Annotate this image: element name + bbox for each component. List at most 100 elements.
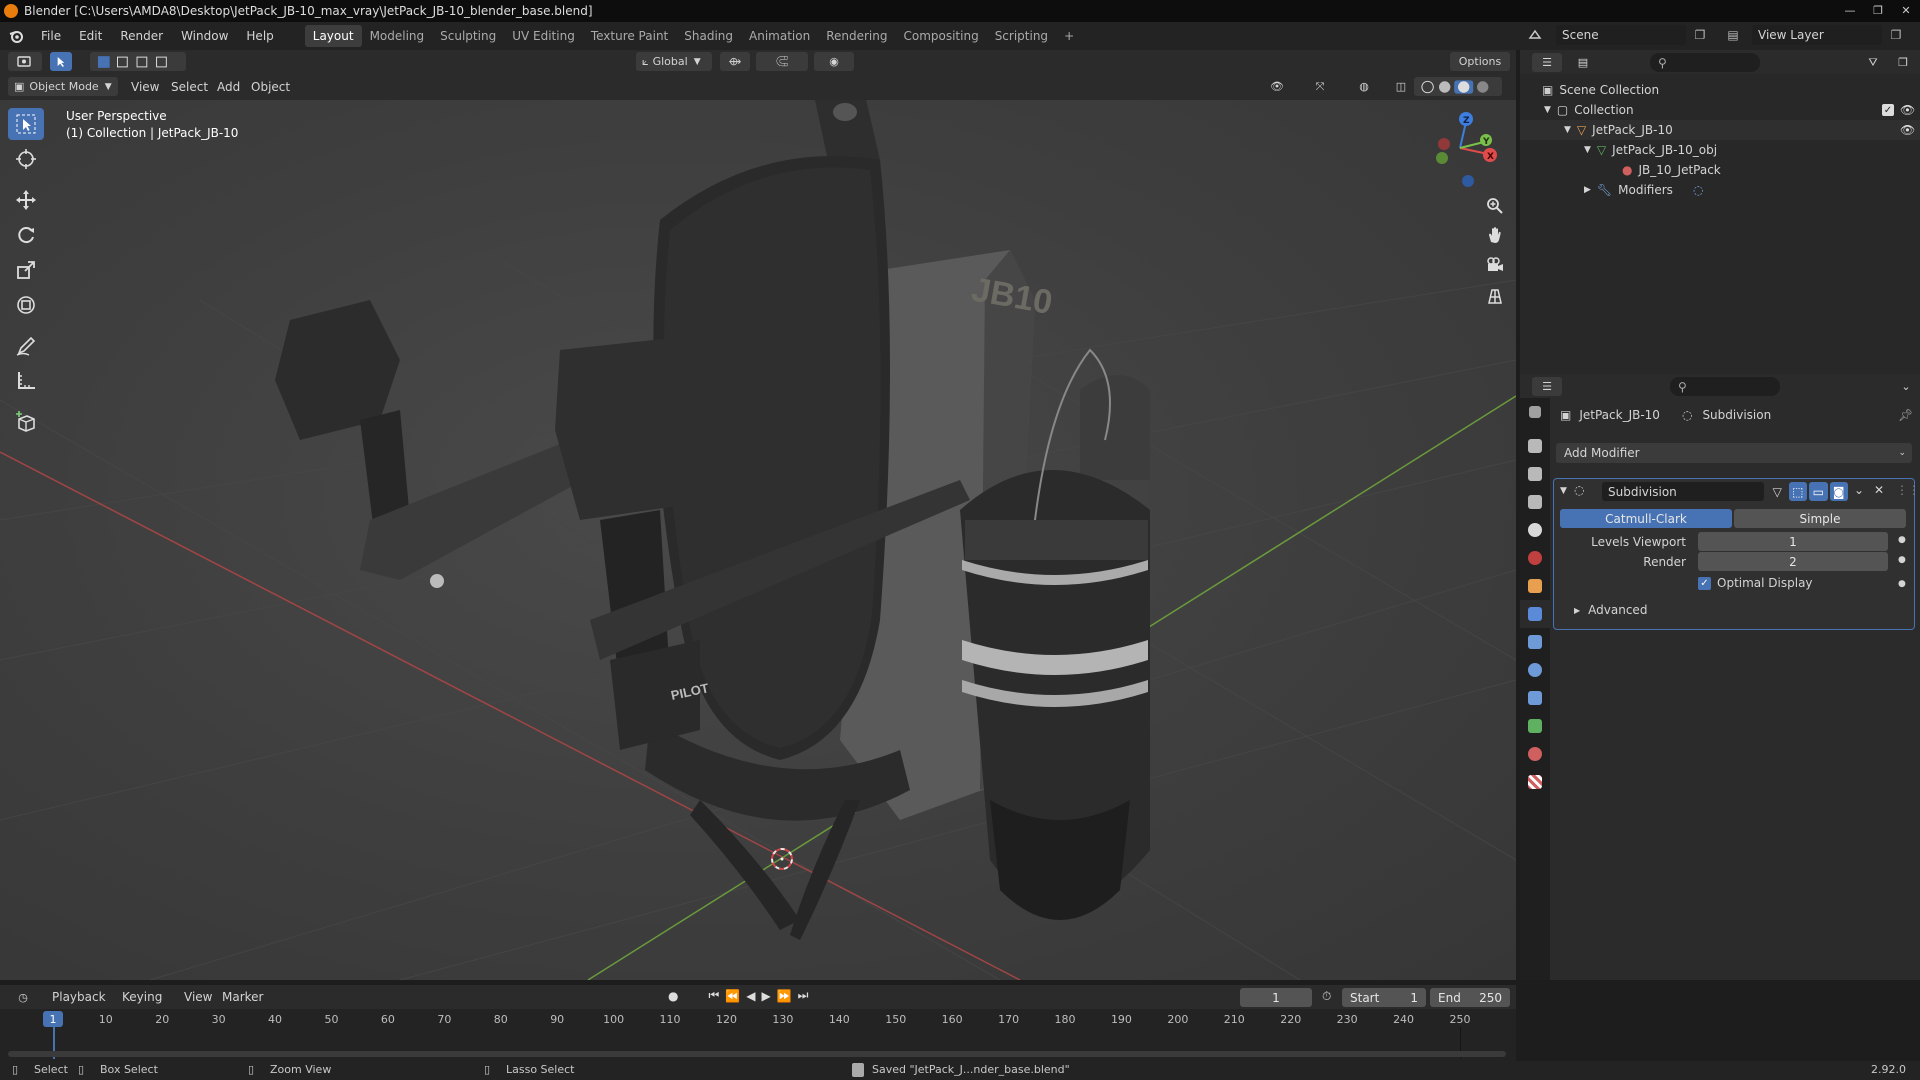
- tab-modeling[interactable]: Modeling: [362, 25, 433, 47]
- outliner-row-collection[interactable]: ▼ ▢ Collection ✓ 👁︎: [1520, 100, 1920, 120]
- options-dropdown[interactable]: Options: [1450, 52, 1510, 71]
- tab-animation[interactable]: Animation: [741, 25, 818, 47]
- physics-tab-icon[interactable]: [1520, 656, 1550, 684]
- xray-toggle-icon[interactable]: ◫: [1390, 77, 1412, 96]
- tool-tab-icon[interactable]: [1520, 398, 1550, 426]
- scene-icon[interactable]: [1524, 25, 1546, 45]
- display-mode-icon[interactable]: ▤: [1568, 53, 1598, 72]
- outliner-row-jetpack-obj[interactable]: ▼ ▽ JetPack_JB-10_obj: [1520, 140, 1920, 160]
- start-frame-field[interactable]: Start 1: [1342, 988, 1426, 1007]
- catmull-clark-button[interactable]: Catmull-Clark: [1560, 509, 1732, 528]
- tab-compositing[interactable]: Compositing: [895, 25, 986, 47]
- keyframe-dot-icon[interactable]: ●: [1898, 555, 1906, 565]
- timeline-area[interactable]: 1102030405060708090100110120130140150160…: [0, 1009, 1516, 1061]
- gizmo-toggle-icon[interactable]: ⤧: [1300, 77, 1340, 96]
- timeline-menu-keying[interactable]: Keying: [122, 990, 162, 1004]
- timeline-editor-type-icon[interactable]: ◷: [8, 988, 38, 1007]
- select-tool-icon[interactable]: [50, 52, 72, 71]
- levels-viewport-field[interactable]: 1: [1698, 532, 1888, 551]
- viewport-menu-select[interactable]: Select: [171, 80, 208, 94]
- chevron-down-icon[interactable]: ⌄: [1854, 483, 1864, 497]
- outliner-row-scene-collection[interactable]: ▣ Scene Collection: [1520, 80, 1920, 100]
- view-layer-icon[interactable]: ▤: [1722, 25, 1744, 45]
- ortho-perspective-icon[interactable]: [1482, 283, 1508, 309]
- modifier-tab-icon[interactable]: [1520, 600, 1550, 628]
- blender-menu-icon[interactable]: [0, 22, 32, 50]
- outliner-row-material[interactable]: ● JB_10_JetPack: [1520, 160, 1920, 180]
- play-icon[interactable]: ▶: [761, 989, 770, 1003]
- scene-selector[interactable]: Scene: [1556, 25, 1686, 45]
- editor-type-icon[interactable]: [8, 52, 42, 71]
- chevron-down-icon[interactable]: ⌄: [1896, 377, 1916, 396]
- navigation-gizmo[interactable]: Z X Y: [1418, 108, 1498, 188]
- tab-uv-editing[interactable]: UV Editing: [504, 25, 583, 47]
- pivot-point-icon[interactable]: ⟴: [720, 52, 750, 71]
- world-tab-icon[interactable]: [1520, 544, 1550, 572]
- measure-tool[interactable]: [8, 365, 44, 397]
- menu-window[interactable]: Window: [172, 22, 237, 50]
- move-tool[interactable]: [8, 184, 44, 216]
- optimal-display-checkbox[interactable]: ✓ Optimal Display: [1698, 576, 1813, 590]
- stopwatch-icon[interactable]: ⏱: [1322, 989, 1331, 1004]
- timeline-menu-playback[interactable]: Playback: [52, 990, 106, 1004]
- render-toggle-icon[interactable]: ◙: [1829, 482, 1848, 501]
- add-workspace-button[interactable]: +: [1056, 25, 1082, 47]
- viewport-menu-add[interactable]: Add: [217, 80, 240, 94]
- cursor-tool[interactable]: [8, 143, 44, 175]
- object-tab-icon[interactable]: [1520, 572, 1550, 600]
- outliner-row-jetpack[interactable]: ▼ ▽ JetPack_JB-10 👁︎: [1520, 120, 1920, 140]
- playhead[interactable]: 1: [43, 1011, 63, 1027]
- outliner-editor-type-icon[interactable]: ☰: [1532, 53, 1562, 72]
- jump-keyframe-forward-icon[interactable]: ⏩: [777, 989, 792, 1003]
- rotate-tool[interactable]: [8, 219, 44, 251]
- constraints-tab-icon[interactable]: [1520, 684, 1550, 712]
- outliner-row-modifiers[interactable]: ▶ 🔧︎ Modifiers ◌: [1520, 180, 1920, 200]
- minimize-icon[interactable]: —: [1836, 0, 1864, 20]
- menu-render[interactable]: Render: [111, 22, 172, 50]
- tab-texture-paint[interactable]: Texture Paint: [583, 25, 676, 47]
- select-box-tool[interactable]: [8, 108, 44, 140]
- jump-end-icon[interactable]: ⏭: [798, 988, 809, 1003]
- render-tab-icon[interactable]: [1520, 432, 1550, 460]
- modifier-name-input[interactable]: Subdivision: [1602, 482, 1764, 501]
- new-scene-icon[interactable]: ❐: [1690, 25, 1710, 45]
- overlays-toggle-icon[interactable]: ◍: [1344, 77, 1384, 96]
- edit-mode-toggle-icon[interactable]: ▽: [1768, 482, 1787, 501]
- pan-hand-icon[interactable]: [1482, 222, 1508, 248]
- tab-scripting[interactable]: Scripting: [987, 25, 1056, 47]
- advanced-subpanel[interactable]: ▶ Advanced: [1574, 603, 1647, 617]
- timeline-scrollbar[interactable]: [8, 1051, 1506, 1057]
- render-levels-field[interactable]: 2: [1698, 552, 1888, 571]
- play-reverse-icon[interactable]: ◀: [746, 989, 755, 1003]
- view-layer-tab-icon[interactable]: [1520, 488, 1550, 516]
- end-frame-field[interactable]: End 250: [1430, 988, 1510, 1007]
- visibility-icon[interactable]: 👁︎: [1262, 77, 1292, 96]
- viewport-menu-object[interactable]: Object: [251, 80, 290, 94]
- timeline-menu-marker[interactable]: Marker: [222, 990, 263, 1004]
- add-modifier-dropdown[interactable]: Add Modifier ⌄: [1556, 443, 1912, 463]
- properties-search-input[interactable]: ⚲: [1670, 377, 1780, 396]
- menu-help[interactable]: Help: [237, 22, 282, 50]
- texture-tab-icon[interactable]: [1520, 768, 1550, 796]
- select-mode-buttons[interactable]: [90, 52, 186, 71]
- outliner-search-input[interactable]: ⚲: [1650, 53, 1760, 72]
- simple-button[interactable]: Simple: [1734, 509, 1906, 528]
- output-tab-icon[interactable]: [1520, 460, 1550, 488]
- filter-icon[interactable]: ⛛: [1858, 53, 1888, 72]
- view-layer-selector[interactable]: View Layer: [1752, 25, 1882, 45]
- viewport-toggle-icon[interactable]: ▭: [1809, 482, 1828, 501]
- tab-shading[interactable]: Shading: [676, 25, 741, 47]
- keyframe-dot-icon[interactable]: ●: [1898, 535, 1906, 545]
- camera-view-icon[interactable]: [1482, 252, 1508, 278]
- data-tab-icon[interactable]: [1520, 712, 1550, 740]
- zoom-icon[interactable]: [1482, 193, 1508, 219]
- editmode-cage-toggle-icon[interactable]: ⬚: [1788, 482, 1807, 501]
- 3d-viewport[interactable]: PILOT JB10 User Perspective (1) Collecti…: [0, 100, 1516, 980]
- pin-icon[interactable]: 📌︎: [1898, 408, 1913, 422]
- current-frame-field[interactable]: 1: [1240, 988, 1312, 1007]
- new-collection-icon[interactable]: ❐: [1892, 53, 1914, 72]
- menu-edit[interactable]: Edit: [70, 22, 111, 50]
- scene-tab-icon[interactable]: [1520, 516, 1550, 544]
- record-icon[interactable]: ●: [668, 989, 678, 1003]
- menu-file[interactable]: File: [32, 22, 70, 50]
